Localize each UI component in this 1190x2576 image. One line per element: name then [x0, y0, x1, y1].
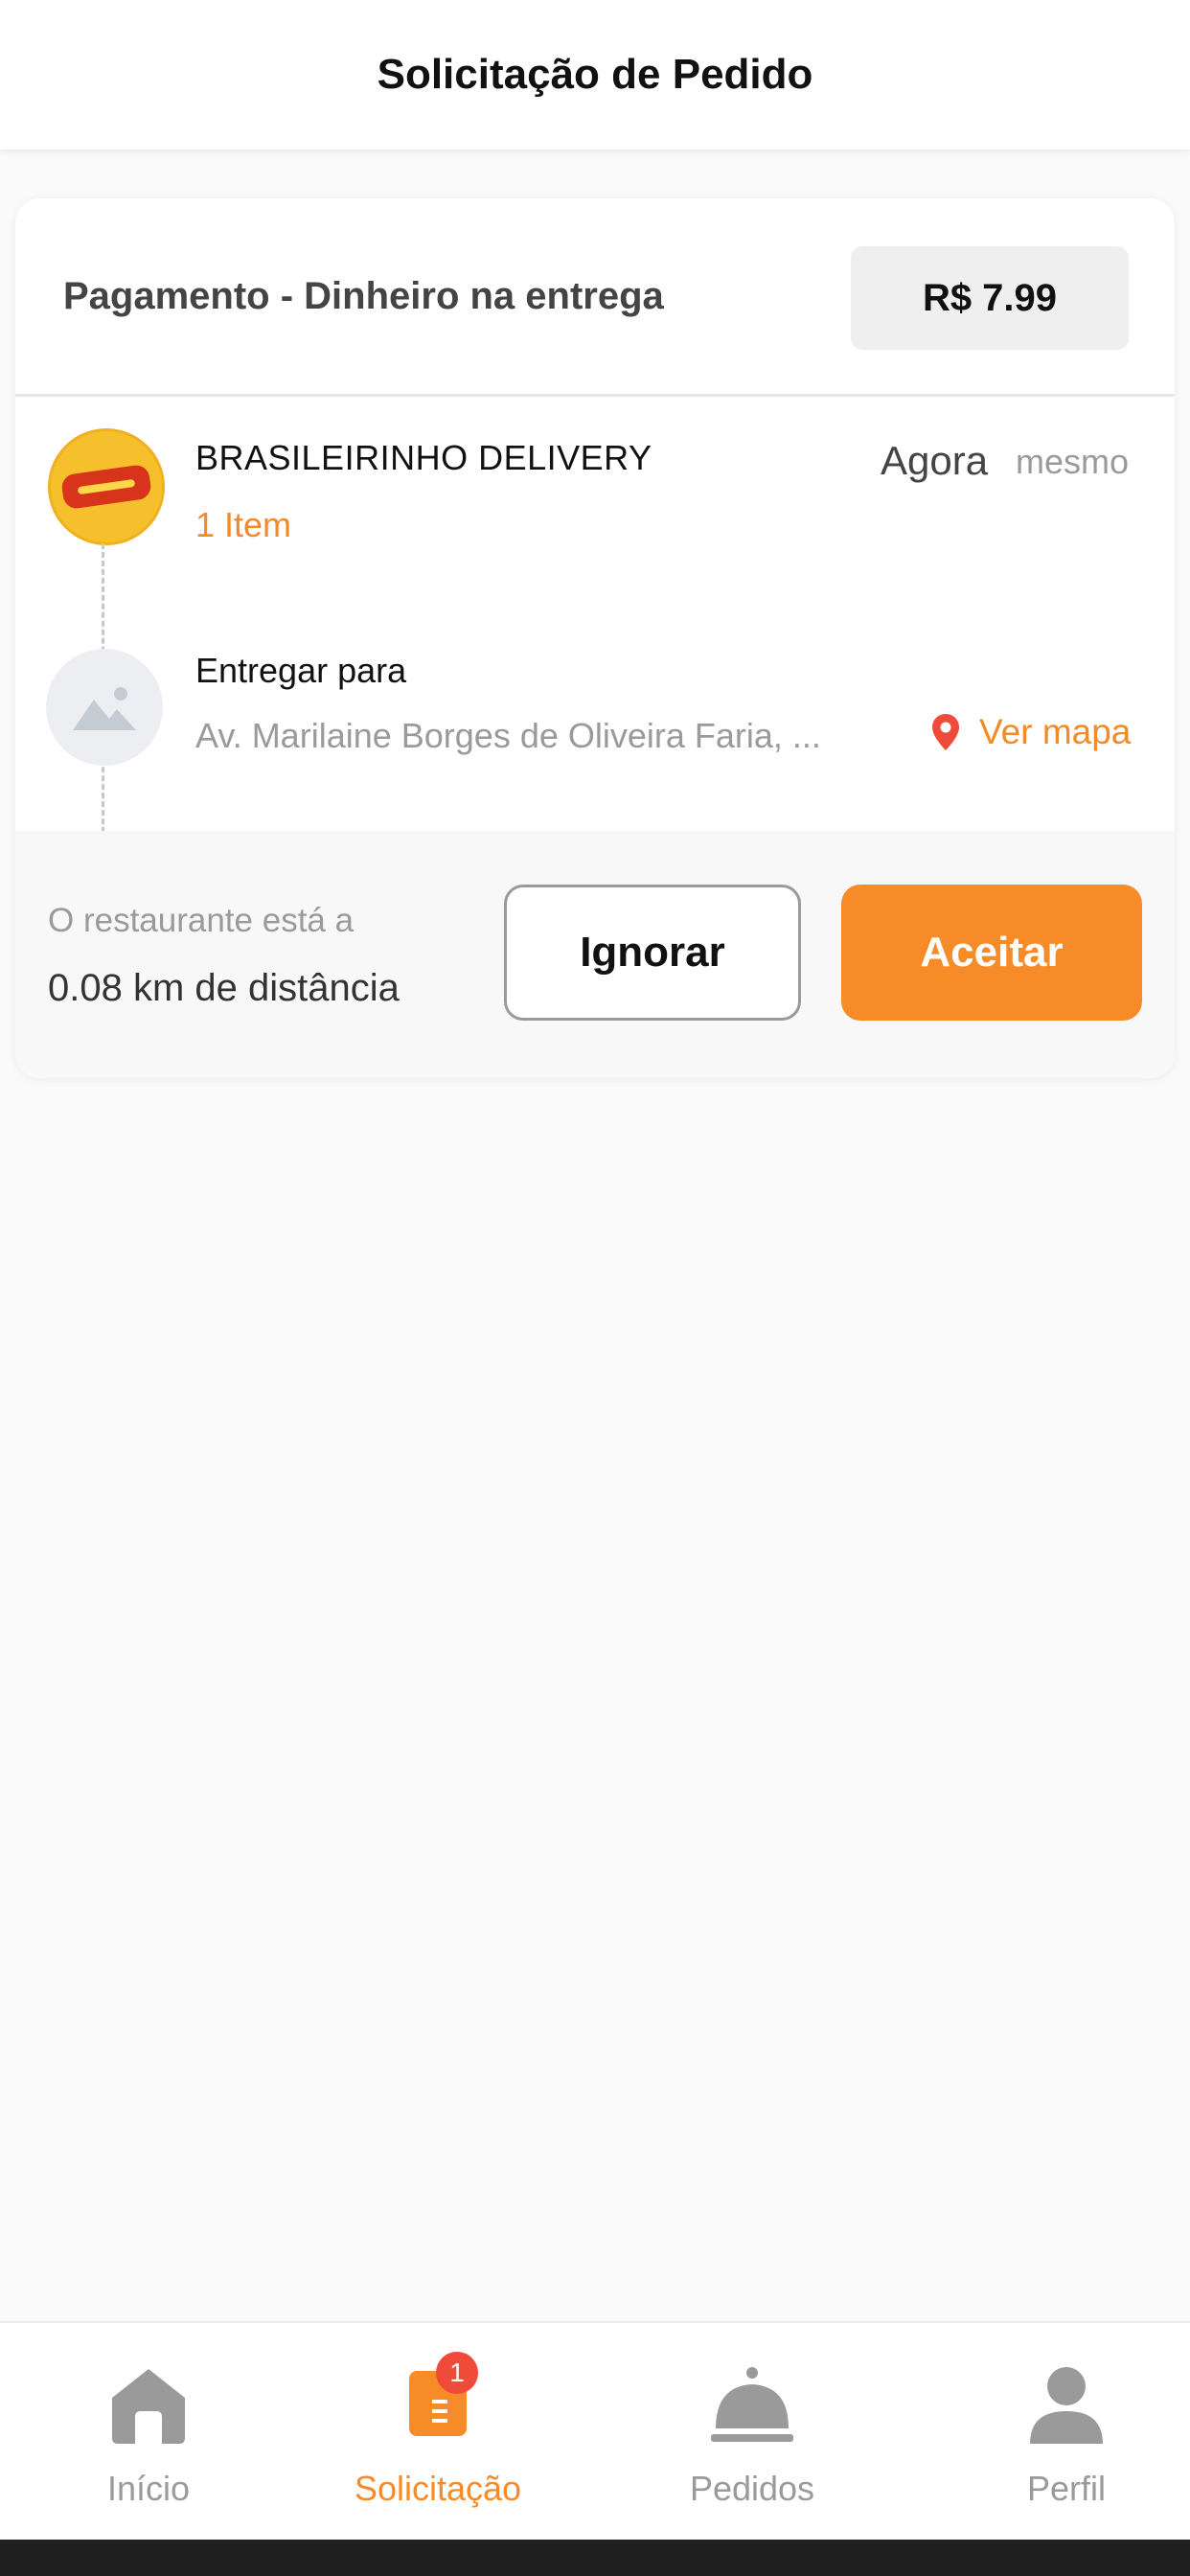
nav-item-inicio[interactable]: Início — [0, 2323, 297, 2542]
item-count: 1 Item — [195, 505, 292, 544]
nav-item-solicitacao[interactable]: 1 Solicitação — [289, 2323, 586, 2542]
nav-item-perfil[interactable]: Perfil — [918, 2323, 1190, 2542]
nav-label-inicio: Início — [106, 2469, 191, 2508]
user-icon — [1028, 2365, 1105, 2450]
map-pin-icon — [932, 714, 959, 750]
image-placeholder-icon — [46, 649, 163, 766]
app-header: Solicitação de Pedido — [0, 0, 1190, 150]
bottom-navigation: Início 1 Solicitação Pedidos Perfil — [0, 2321, 1190, 2542]
order-time-suffix: mesmo — [1016, 442, 1130, 481]
payment-row: Pagamento - Dinheiro na entrega R$ 7.99 — [15, 198, 1175, 397]
delivery-address: Av. Marilaine Borges de Oliveira Faria, … — [195, 716, 821, 755]
order-time: Agora — [881, 438, 989, 483]
restaurant-name: BRASILEIRINHO DELIVERY — [195, 438, 652, 477]
notification-badge: 1 — [436, 2352, 478, 2394]
price-badge: R$ 7.99 — [851, 246, 1129, 350]
deliver-to-label: Entregar para — [195, 651, 407, 690]
nav-label-perfil: Perfil — [1026, 2469, 1107, 2508]
action-row: O restaurante está a 0.08 km de distânci… — [15, 831, 1175, 1078]
page-title: Solicitação de Pedido — [377, 51, 813, 98]
cloche-icon — [711, 2365, 793, 2450]
distance-value: 0.08 km de distância — [48, 967, 400, 1009]
ignore-button[interactable]: Ignorar — [504, 885, 801, 1021]
view-map-link[interactable]: Ver mapa — [931, 712, 1131, 752]
order-request-card: Pagamento - Dinheiro na entrega R$ 7.99 … — [15, 198, 1175, 1078]
home-icon — [108, 2365, 189, 2450]
payment-method-label: Pagamento - Dinheiro na entrega — [63, 275, 664, 317]
request-icon: 1 — [407, 2352, 478, 2443]
restaurant-logo — [48, 428, 165, 545]
system-navigation-bar — [0, 2540, 1190, 2576]
accept-button[interactable]: Aceitar — [841, 885, 1142, 1021]
nav-item-pedidos[interactable]: Pedidos — [604, 2323, 901, 2542]
nav-label-solicitacao: Solicitação — [354, 2469, 522, 2508]
nav-label-pedidos: Pedidos — [689, 2469, 815, 2508]
view-map-label[interactable]: Ver mapa — [979, 712, 1131, 752]
distance-caption: O restaurante está a — [48, 902, 355, 939]
